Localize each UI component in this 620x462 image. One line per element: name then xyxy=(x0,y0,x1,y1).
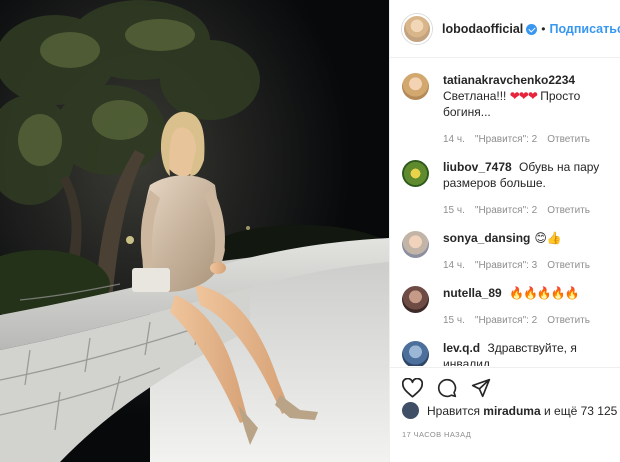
reply-button[interactable]: Ответить xyxy=(547,260,590,271)
post-timestamp[interactable]: 17 ЧАСОВ НАЗАД xyxy=(402,430,471,439)
commenter-username[interactable]: nutella_89 xyxy=(443,286,502,300)
likes-count[interactable]: и ещё 73 125 xyxy=(544,404,617,418)
liker-avatar[interactable] xyxy=(402,402,419,419)
commenter-avatar[interactable] xyxy=(402,286,429,313)
likes-summary: Нравится miraduma и ещё 73 125 xyxy=(402,402,617,419)
commenter-avatar[interactable] xyxy=(402,73,429,100)
comment-text: Светлана!!! xyxy=(443,89,510,103)
liker-username[interactable]: miraduma xyxy=(483,404,540,418)
comment-icon[interactable] xyxy=(437,378,457,398)
comment-likes[interactable]: "Нравится": 3 xyxy=(475,260,537,271)
comment-item: tatianakravchenko2234 Светлана!!! ❤❤❤ Пр… xyxy=(402,72,620,145)
commenter-avatar[interactable] xyxy=(402,341,429,366)
comment-emoji: 😊👍 xyxy=(534,231,562,245)
commenter-username[interactable]: lev.q.d xyxy=(443,341,480,355)
comment-emoji: 🔥🔥🔥🔥🔥 xyxy=(509,286,580,300)
follow-button[interactable]: Подписаться xyxy=(549,22,620,36)
post-side-panel: lobodaofficial • Подписаться tatianakrav… xyxy=(389,0,620,462)
comment-item: liubov_7478 Обувь на пару размеров больш… xyxy=(402,159,620,216)
reply-button[interactable]: Ответить xyxy=(547,134,590,145)
comment-likes[interactable]: "Нравится": 2 xyxy=(475,315,537,326)
author-avatar[interactable] xyxy=(402,13,432,44)
reply-button[interactable]: Ответить xyxy=(547,205,590,216)
reply-button[interactable]: Ответить xyxy=(547,315,590,326)
commenter-username[interactable]: sonya_dansing xyxy=(443,231,530,245)
comment-item: nutella_89 🔥🔥🔥🔥🔥 15 ч. "Нравится": 2 Отв… xyxy=(402,285,620,326)
comment-item: lev.q.d Здравствуйте, я инвалид, xyxy=(402,340,620,366)
post-photo[interactable] xyxy=(0,0,389,462)
commenter-username[interactable]: liubov_7478 xyxy=(443,160,512,174)
photo-illustration xyxy=(0,0,389,462)
comment-time[interactable]: 15 ч. xyxy=(443,205,465,216)
comment-time[interactable]: 14 ч. xyxy=(443,134,465,145)
instagram-post: lobodaofficial • Подписаться tatianakrav… xyxy=(0,0,620,462)
verified-badge-icon xyxy=(526,24,538,35)
post-header: lobodaofficial • Подписаться xyxy=(390,0,620,58)
comment-time[interactable]: 15 ч. xyxy=(443,315,465,326)
comments-list[interactable]: tatianakravchenko2234 Светлана!!! ❤❤❤ Пр… xyxy=(390,58,620,366)
hearts-emoji: ❤❤❤ xyxy=(509,89,538,103)
comment-time[interactable]: 14 ч. xyxy=(443,260,465,271)
commenter-username[interactable]: tatianakravchenko2234 xyxy=(443,73,575,87)
comment-likes[interactable]: "Нравится": 2 xyxy=(475,205,537,216)
commenter-avatar[interactable] xyxy=(402,160,429,187)
separator-dot: • xyxy=(541,21,546,36)
author-username[interactable]: lobodaofficial xyxy=(442,22,523,36)
share-icon[interactable] xyxy=(471,378,491,398)
likes-prefix: Нравится xyxy=(427,403,480,418)
comment-item: sonya_dansing 😊👍 14 ч. "Нравится": 3 Отве… xyxy=(402,230,620,271)
post-actions xyxy=(390,367,620,407)
heart-icon[interactable] xyxy=(402,377,423,398)
comment-likes[interactable]: "Нравится": 2 xyxy=(475,134,537,145)
commenter-avatar[interactable] xyxy=(402,231,429,258)
